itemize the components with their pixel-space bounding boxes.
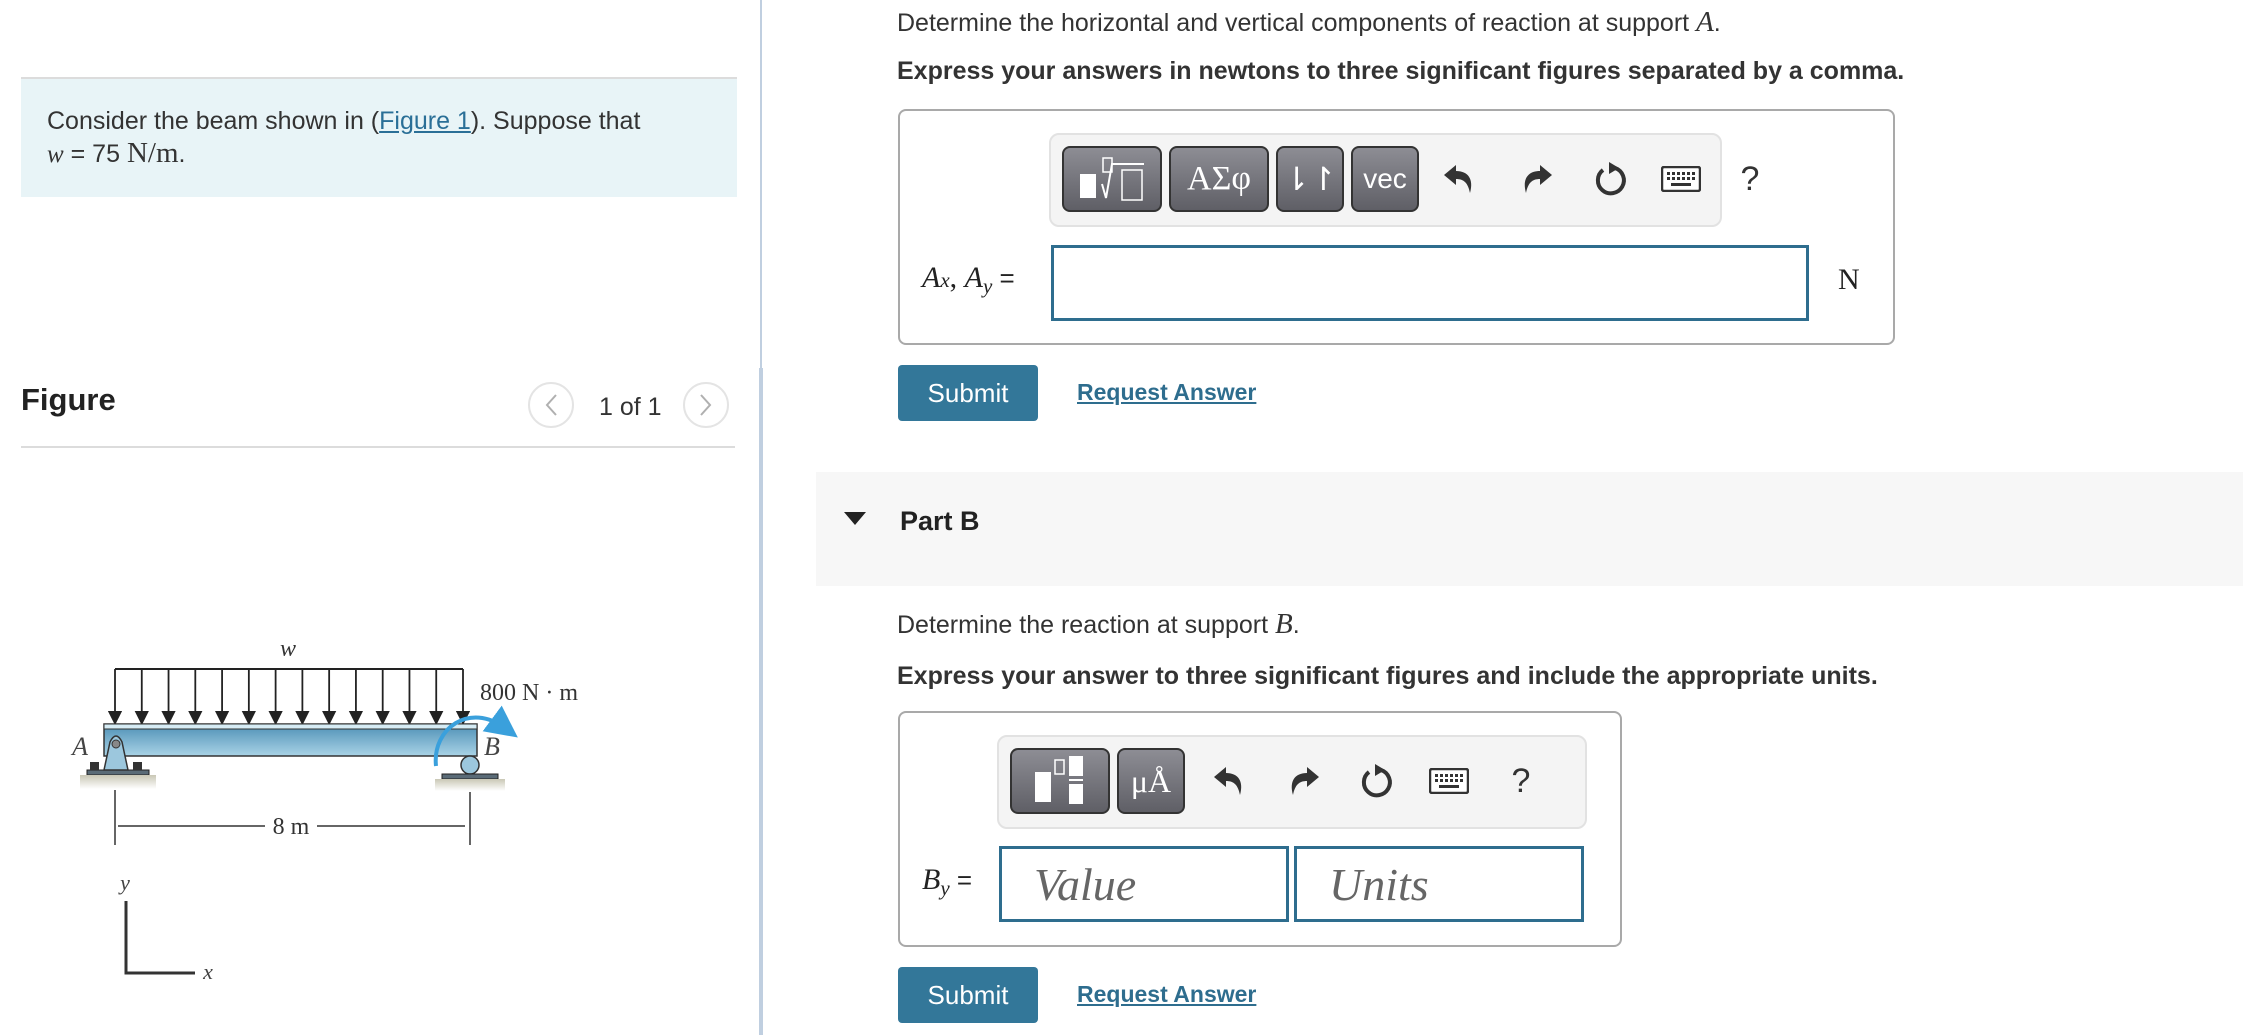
redo-button[interactable]	[1281, 757, 1327, 805]
keyboard-icon	[1429, 768, 1469, 794]
part-b-submit-button[interactable]: Submit	[898, 967, 1038, 1023]
figure-title: Figure	[21, 382, 116, 417]
reset-button[interactable]	[1354, 757, 1400, 805]
caret-down-icon[interactable]	[844, 512, 866, 525]
part-a-unit-label: N	[1838, 263, 1860, 296]
left-panel: Consider the beam shown in (Figure 1). S…	[0, 0, 761, 1035]
prev-figure-button[interactable]	[528, 382, 574, 428]
part-a-prompt-var: A	[1696, 6, 1714, 38]
part-a-prompt: Determine the horizontal and vertical co…	[897, 6, 1721, 39]
templates-button[interactable]	[1010, 748, 1110, 814]
fraction-template-icon	[1035, 756, 1083, 804]
reset-icon	[1361, 764, 1392, 798]
part-a-instruction: Express your answers in newtons to three…	[897, 57, 1905, 85]
part-a-answer-box: ΑΣφ ⇂↾ vec ? Ax, Ay = N	[898, 109, 1895, 345]
load-unit: N/m	[126, 137, 179, 169]
support-b-label: B	[484, 732, 500, 761]
distributed-load-arrows	[107, 669, 471, 726]
part-b-math-toolbar: μÅ ?	[997, 735, 1587, 829]
part-b-request-answer-link[interactable]: Request Answer	[1077, 981, 1256, 1008]
part-a-math-toolbar: ΑΣφ ⇂↾ vec ?	[1049, 133, 1759, 227]
undo-button[interactable]	[1206, 757, 1252, 805]
roller-support-b	[435, 755, 505, 791]
part-b-prompt-var: B	[1274, 608, 1293, 640]
part-a-submit-button[interactable]: Submit	[898, 365, 1038, 421]
coordinate-axes: y x	[118, 870, 213, 984]
reset-icon	[1595, 162, 1626, 196]
part-b-title[interactable]: Part B	[900, 506, 980, 537]
next-figure-button[interactable]	[683, 382, 729, 428]
chevron-left-icon	[545, 394, 557, 416]
load-variable: w	[47, 141, 64, 168]
templates-button[interactable]	[1062, 146, 1162, 212]
help-icon: ?	[1511, 761, 1531, 800]
undo-icon	[1444, 165, 1472, 193]
redo-button[interactable]	[1514, 155, 1560, 203]
part-b-value-input[interactable]	[999, 846, 1289, 922]
sort-button[interactable]: ⇂↾	[1276, 146, 1344, 212]
help-icon: ?	[1740, 159, 1760, 198]
undo-icon	[1214, 767, 1242, 795]
figure-counter: 1 of 1	[599, 393, 662, 421]
part-b-answer-box: μÅ ? By =	[898, 711, 1622, 947]
help-button[interactable]: ?	[1727, 155, 1773, 203]
units-button[interactable]: μÅ	[1117, 748, 1185, 814]
part-b-prompt-text: Determine the reaction at support	[897, 611, 1275, 639]
load-equals: = 75	[63, 140, 127, 168]
problem-intro: Consider the beam shown in (Figure 1). S…	[21, 77, 737, 197]
panel-divider	[760, 0, 762, 368]
help-button[interactable]: ?	[1498, 757, 1544, 805]
part-a-request-answer-link[interactable]: Request Answer	[1077, 379, 1256, 406]
part-b-units-input[interactable]	[1294, 846, 1584, 922]
part-a-prompt-text: Determine the horizontal and vertical co…	[897, 9, 1697, 37]
part-a-equation-label: Ax, Ay =	[922, 261, 1015, 298]
part-b-prompt-end: .	[1292, 611, 1300, 639]
beam-figure: w A B 800 N · m 8 m	[70, 636, 578, 845]
part-b-equation-label: By =	[922, 863, 973, 900]
chevron-right-icon	[700, 394, 712, 416]
keyboard-button[interactable]	[1426, 757, 1472, 805]
part-b-header[interactable]: Part B	[816, 472, 2243, 586]
intro-text-after: ). Suppose that	[470, 107, 641, 135]
part-a-answer-input[interactable]	[1051, 245, 1809, 321]
figure-link[interactable]: Figure 1	[379, 107, 471, 135]
reset-button[interactable]	[1588, 155, 1634, 203]
part-b-instruction: Express your answer to three significant…	[897, 662, 1878, 690]
part-b-prompt: Determine the reaction at support B.	[897, 608, 1300, 641]
support-a-label: A	[70, 732, 88, 761]
redo-icon	[1524, 165, 1552, 193]
keyboard-icon	[1661, 166, 1701, 192]
fraction-root-icon	[1080, 157, 1144, 201]
redo-icon	[1291, 767, 1319, 795]
part-a-prompt-end: .	[1713, 9, 1721, 37]
vector-button[interactable]: vec	[1351, 146, 1419, 212]
undo-button[interactable]	[1436, 155, 1482, 203]
intro-text: Consider the beam shown in (	[47, 107, 380, 135]
span-label: 8 m	[273, 814, 310, 840]
figure-header: Figure 1 of 1	[21, 370, 735, 448]
moment-label: 800 N · m	[480, 680, 578, 706]
keyboard-button[interactable]	[1658, 155, 1704, 203]
panel-divider-handle[interactable]	[759, 368, 763, 1035]
greek-symbols-button[interactable]: ΑΣφ	[1169, 146, 1269, 212]
intro-period: .	[178, 140, 186, 168]
load-label: w	[280, 636, 296, 662]
axis-y-label: y	[118, 870, 130, 895]
axis-x-label: x	[202, 959, 213, 984]
